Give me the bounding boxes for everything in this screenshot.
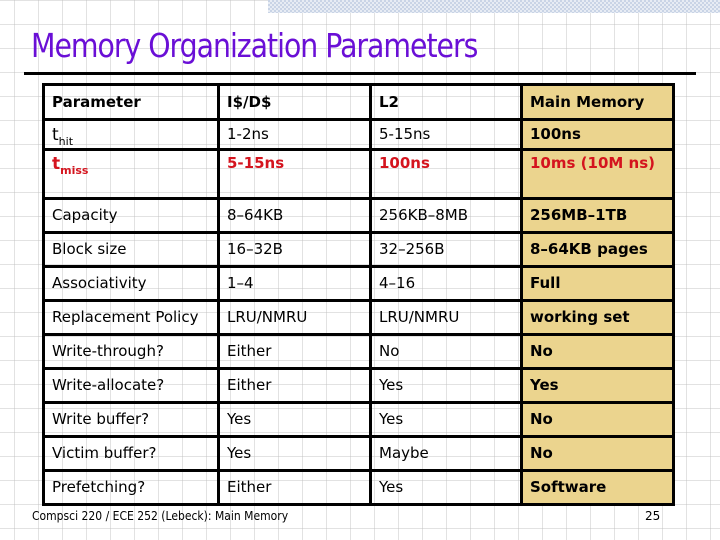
table-row-block-size: Block size 16–32B 32–256B 8–64KB pages — [42, 231, 675, 268]
page-number: 25 — [645, 509, 661, 523]
cell-main-memory: 100ns — [520, 118, 675, 151]
parameters-table: Parameter I$/D$ L2 Main Memory thit 1-2n… — [42, 83, 675, 506]
cell-l2: 32–256B — [369, 231, 523, 268]
table-row-t-miss: tmiss 5-15ns 100ns 10ms (10M ns) — [42, 148, 675, 200]
cell-l2: 5-15ns — [369, 118, 523, 151]
cell-l1: 8–64KB — [217, 197, 372, 234]
table-row-capacity: Capacity 8–64KB 256KB–8MB 256MB–1TB — [42, 197, 675, 234]
cell-l2: 256KB–8MB — [369, 197, 523, 234]
param-label: Replacement Policy — [42, 299, 220, 336]
cell-main-memory: No — [520, 401, 675, 438]
title-underline — [24, 72, 696, 75]
cell-l2: 100ns — [369, 148, 523, 200]
param-label: Associativity — [42, 265, 220, 302]
param-symbol: t — [52, 154, 61, 174]
param-label: Write-through? — [42, 333, 220, 370]
param-label: Block size — [42, 231, 220, 268]
cell-l1: 1-2ns — [217, 118, 372, 151]
param-label: Write-allocate? — [42, 367, 220, 404]
cell-main-memory: 256MB–1TB — [520, 197, 675, 234]
param-label: Capacity — [42, 197, 220, 234]
cell-l1: Either — [217, 333, 372, 370]
table-row-prefetching: Prefetching? Either Yes Software — [42, 469, 675, 506]
cell-l1: Yes — [217, 435, 372, 472]
param-t-miss: tmiss — [42, 148, 220, 200]
param-subscript: miss — [60, 164, 89, 177]
table-row-write-allocate: Write-allocate? Either Yes Yes — [42, 367, 675, 404]
table-header-row: Parameter I$/D$ L2 Main Memory — [42, 83, 675, 121]
header-parameter: Parameter — [42, 83, 220, 121]
cell-l1: LRU/NMRU — [217, 299, 372, 336]
param-t-hit: thit — [42, 118, 220, 151]
cell-main-memory: Full — [520, 265, 675, 302]
cell-main-memory: No — [520, 333, 675, 370]
cell-l1: 5-15ns — [217, 148, 372, 200]
cell-main-memory: Software — [520, 469, 675, 506]
header-l2-cache: L2 — [369, 83, 523, 121]
cell-l2: Maybe — [369, 435, 523, 472]
table-row-write-through: Write-through? Either No No — [42, 333, 675, 370]
header-banner — [268, 0, 720, 13]
cell-l2: Yes — [369, 469, 523, 506]
cell-main-memory: Yes — [520, 367, 675, 404]
param-label: Write buffer? — [42, 401, 220, 438]
cell-l2: 4–16 — [369, 265, 523, 302]
table-row-write-buffer: Write buffer? Yes Yes No — [42, 401, 675, 438]
table-row-replacement-policy: Replacement Policy LRU/NMRU LRU/NMRU wor… — [42, 299, 675, 336]
slide-footer: Compsci 220 / ECE 252 (Lebeck): Main Mem… — [32, 509, 289, 523]
cell-l2: No — [369, 333, 523, 370]
param-symbol: t — [52, 125, 59, 145]
cell-l2: Yes — [369, 401, 523, 438]
param-subscript: hit — [58, 135, 74, 148]
table-row-associativity: Associativity 1–4 4–16 Full — [42, 265, 675, 302]
param-label: Prefetching? — [42, 469, 220, 506]
cell-main-memory: 8–64KB pages — [520, 231, 675, 268]
cell-l1: 1–4 — [217, 265, 372, 302]
cell-l1: 16–32B — [217, 231, 372, 268]
cell-l2: LRU/NMRU — [369, 299, 523, 336]
table-row-victim-buffer: Victim buffer? Yes Maybe No — [42, 435, 675, 472]
cell-l2: Yes — [369, 367, 523, 404]
cell-l1: Yes — [217, 401, 372, 438]
param-label: Victim buffer? — [42, 435, 220, 472]
header-l1-cache: I$/D$ — [217, 83, 372, 121]
cell-main-memory: No — [520, 435, 675, 472]
cell-l1: Either — [217, 469, 372, 506]
header-main-memory: Main Memory — [520, 83, 675, 121]
table-row-t-hit: thit 1-2ns 5-15ns 100ns — [42, 118, 675, 151]
cell-main-memory: 10ms (10M ns) — [520, 148, 675, 200]
slide-title: Memory Organization Parameters — [31, 26, 478, 65]
cell-l1: Either — [217, 367, 372, 404]
cell-main-memory: working set — [520, 299, 675, 336]
